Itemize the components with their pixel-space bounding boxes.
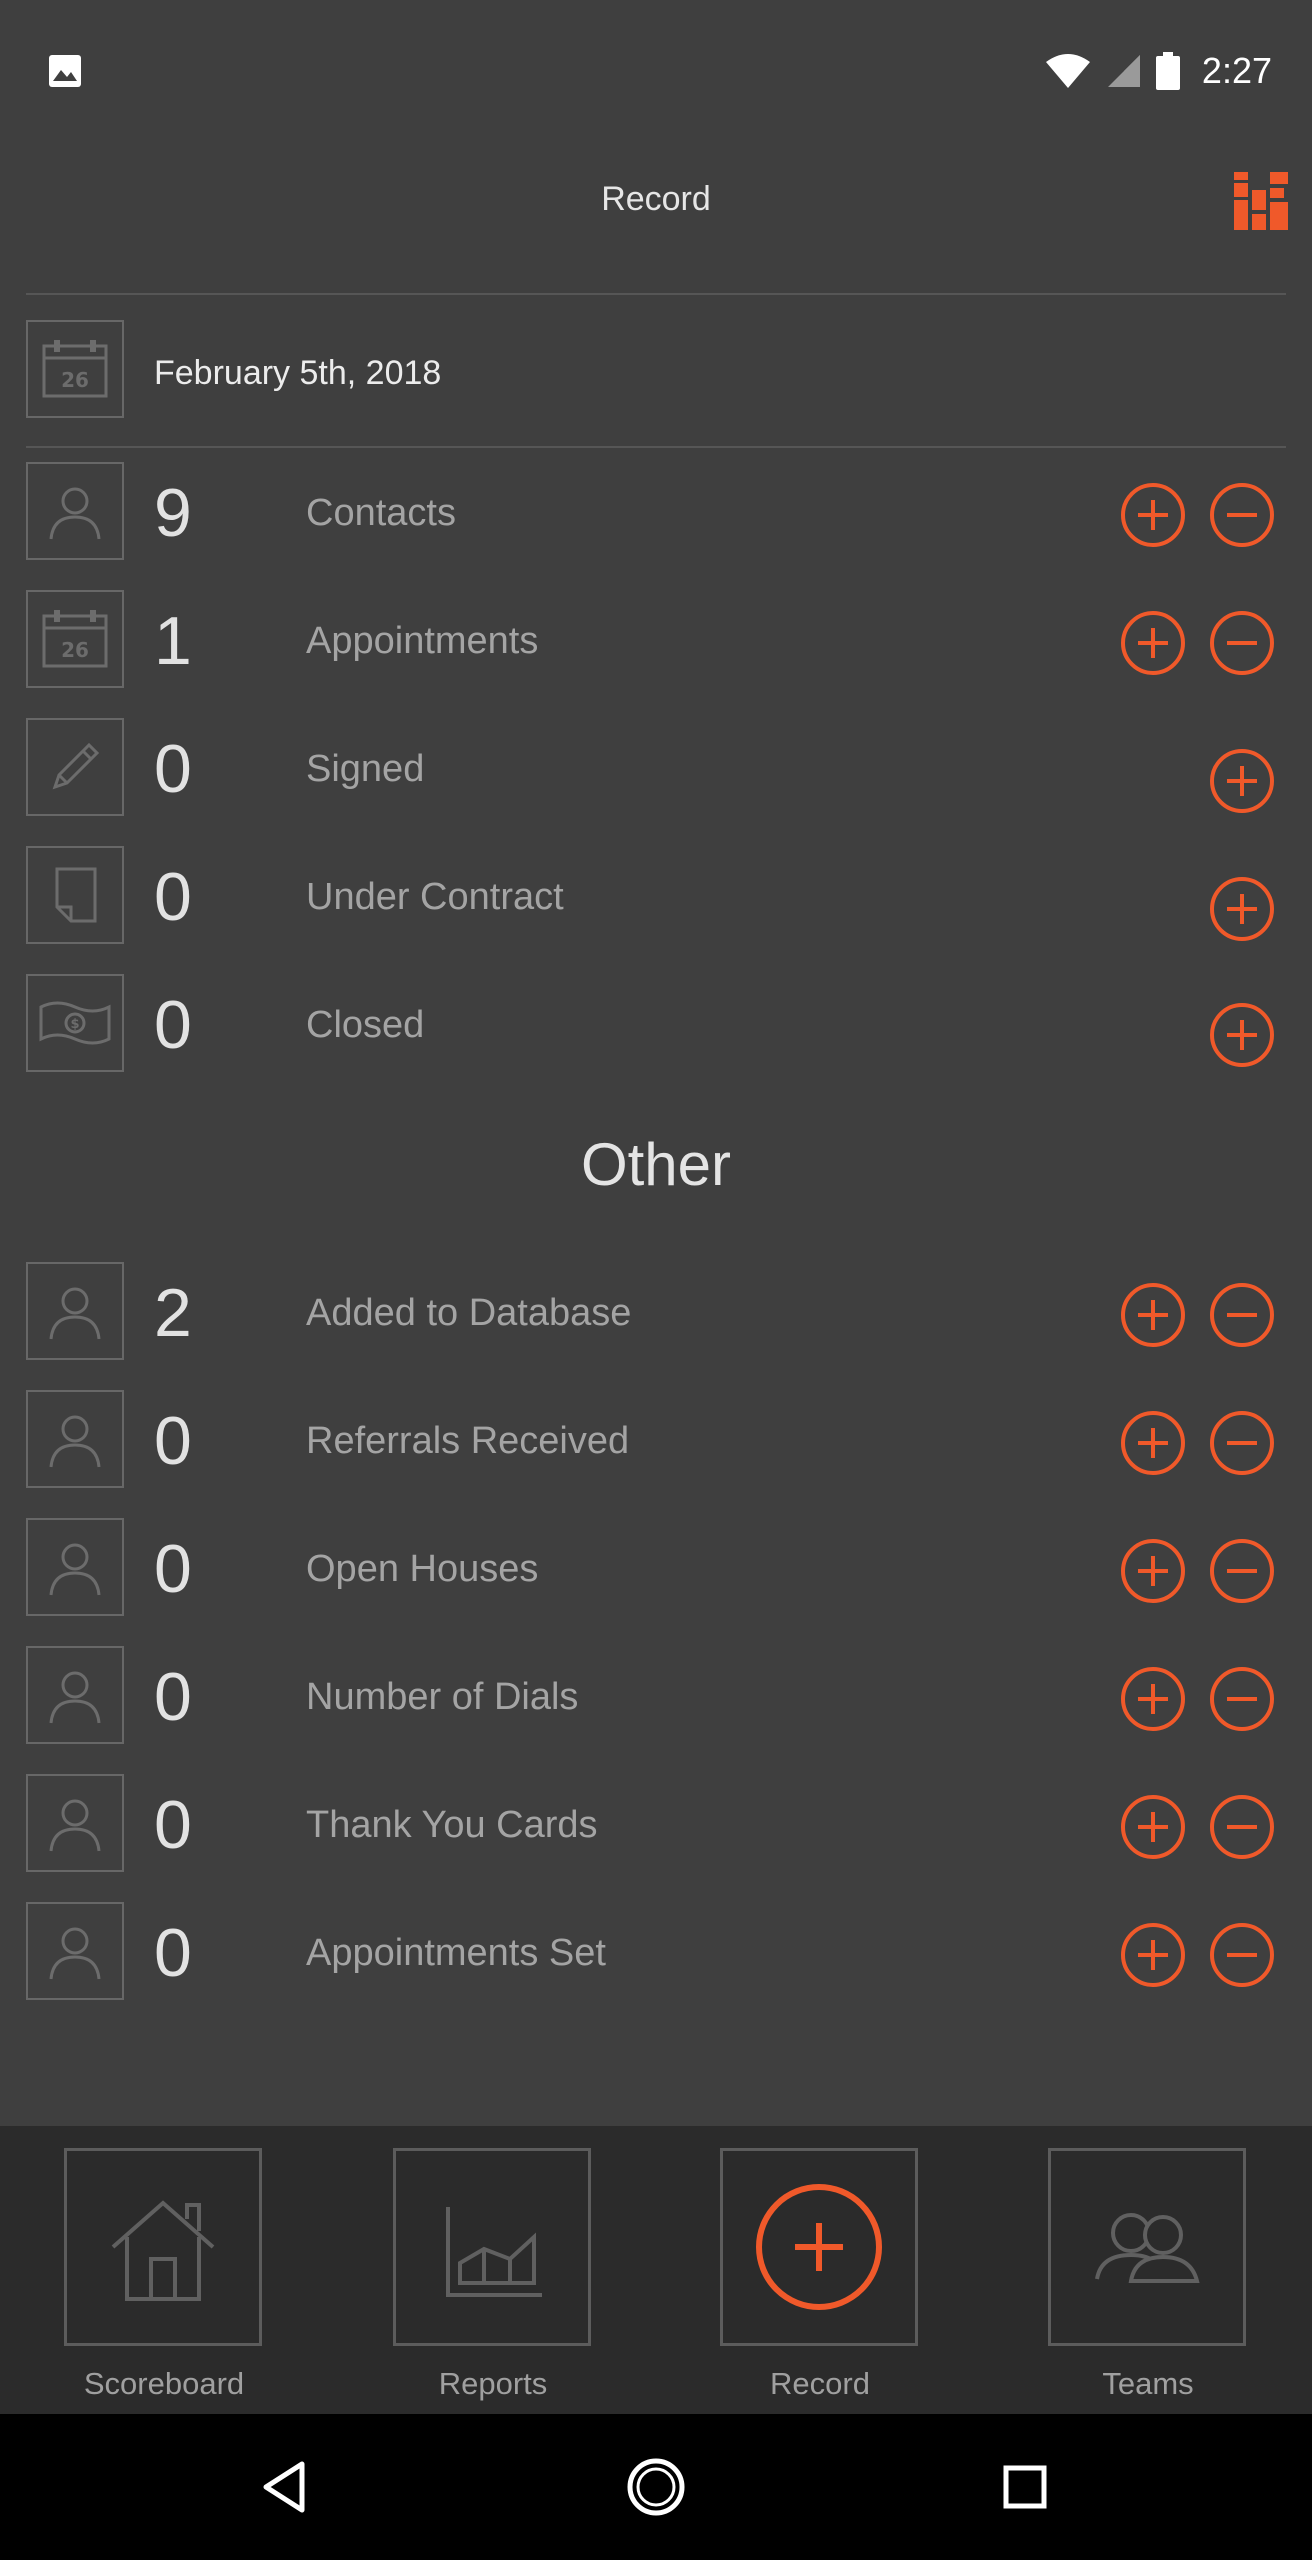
row-label: Under Contract xyxy=(306,876,564,918)
count-value: 0 xyxy=(154,859,192,935)
list-item-closed: $ 0 Closed xyxy=(0,974,1312,1078)
decrement-button[interactable] xyxy=(1209,610,1275,676)
increment-button[interactable] xyxy=(1120,1410,1186,1476)
image-notification-icon xyxy=(49,55,81,87)
row-label: Referrals Received xyxy=(306,1420,630,1462)
list-item-appointments: 26 1 Appointments xyxy=(0,590,1312,694)
tab-scoreboard[interactable]: Scoreboard xyxy=(64,2148,264,2401)
cell-signal-icon xyxy=(1107,55,1140,87)
decrement-button[interactable] xyxy=(1209,1282,1275,1348)
increment-button[interactable] xyxy=(1120,1538,1186,1604)
row-label: Appointments Set xyxy=(306,1932,606,1974)
decrement-button[interactable] xyxy=(1209,1410,1275,1476)
list-item-contacts: 9 Contacts xyxy=(0,462,1312,566)
count-value: 0 xyxy=(154,1403,192,1479)
row-label: Number of Dials xyxy=(306,1676,579,1718)
wifi-icon xyxy=(1045,54,1090,88)
team-icon xyxy=(1095,2213,1200,2283)
increment-button[interactable] xyxy=(1120,610,1186,676)
tab-teams[interactable]: Teams xyxy=(1048,2148,1248,2401)
person-icon xyxy=(26,1774,124,1872)
person-icon xyxy=(26,1390,124,1488)
count-value: 0 xyxy=(154,1531,192,1607)
count-value: 2 xyxy=(154,1275,192,1351)
list-item-referrals-received: 0 Referrals Received xyxy=(0,1390,1312,1494)
app-logo-icon[interactable] xyxy=(1234,172,1288,230)
row-label: Appointments xyxy=(306,620,539,662)
list-item-under-contract: 0 Under Contract xyxy=(0,846,1312,950)
person-icon xyxy=(26,462,124,560)
person-icon xyxy=(26,1518,124,1616)
decrement-button[interactable] xyxy=(1209,1538,1275,1604)
list-item-number-of-dials: 0 Number of Dials xyxy=(0,1646,1312,1750)
status-bar: 2:27 xyxy=(0,0,1312,140)
svg-text:26: 26 xyxy=(61,638,89,662)
row-label: Contacts xyxy=(306,492,456,534)
count-value: 0 xyxy=(154,731,192,807)
decrement-button[interactable] xyxy=(1209,1794,1275,1860)
count-value: 9 xyxy=(154,475,192,551)
decrement-button[interactable] xyxy=(1209,1666,1275,1732)
header-divider xyxy=(26,293,1286,295)
recents-icon[interactable] xyxy=(992,2454,1058,2520)
row-label: Open Houses xyxy=(306,1548,539,1590)
tab-reports[interactable]: Reports xyxy=(393,2148,593,2401)
increment-button[interactable] xyxy=(1120,1922,1186,1988)
list-item-signed: 0 Signed xyxy=(0,718,1312,822)
person-icon xyxy=(26,1646,124,1744)
count-value: 1 xyxy=(154,603,192,679)
section-title-other: Other xyxy=(580,1131,732,1198)
app-header: Record xyxy=(0,140,1312,294)
tab-label: Reports xyxy=(438,2366,548,2401)
calendar-icon: 26 xyxy=(26,590,124,688)
row-label: Added to Database xyxy=(306,1292,632,1334)
increment-button[interactable] xyxy=(1120,1666,1186,1732)
back-icon[interactable] xyxy=(252,2454,318,2520)
count-value: 0 xyxy=(154,987,192,1063)
document-icon xyxy=(26,846,124,944)
plus-circle-icon xyxy=(756,2184,882,2310)
count-value: 0 xyxy=(154,1915,192,1991)
calendar-icon: 26 xyxy=(26,320,124,418)
date-selector[interactable]: 26 February 5th, 2018 xyxy=(0,320,1312,424)
bottom-tab-bar: Scoreboard Reports Record Teams xyxy=(0,2126,1312,2414)
list-item-added-to-database: 2 Added to Database xyxy=(0,1262,1312,1366)
date-text: February 5th, 2018 xyxy=(154,354,442,392)
tab-label: Teams xyxy=(1102,2366,1194,2401)
increment-button[interactable] xyxy=(1209,876,1275,942)
list-item-thank-you-cards: 0 Thank You Cards xyxy=(0,1774,1312,1878)
increment-button[interactable] xyxy=(1120,1794,1186,1860)
svg-text:$: $ xyxy=(70,1017,79,1032)
decrement-button[interactable] xyxy=(1209,482,1275,548)
increment-button[interactable] xyxy=(1209,748,1275,814)
chart-icon xyxy=(446,2207,542,2297)
increment-button[interactable] xyxy=(1120,482,1186,548)
increment-button[interactable] xyxy=(1120,1282,1186,1348)
row-label: Closed xyxy=(306,1004,425,1046)
row-label: Signed xyxy=(306,748,425,790)
list-item-appointments-set: 0 Appointments Set xyxy=(0,1902,1312,2006)
pencil-icon xyxy=(26,718,124,816)
row-label: Thank You Cards xyxy=(306,1804,598,1846)
tab-label: Record xyxy=(770,2366,870,2401)
money-icon: $ xyxy=(26,974,124,1072)
system-nav-bar xyxy=(0,2414,1312,2560)
person-icon xyxy=(26,1262,124,1360)
count-value: 0 xyxy=(154,1659,192,1735)
person-icon xyxy=(26,1902,124,2000)
tab-record[interactable]: Record xyxy=(720,2148,920,2401)
status-time: 2:27 xyxy=(1201,50,1272,91)
page-title: Record xyxy=(601,180,711,218)
home-button-icon[interactable] xyxy=(623,2454,689,2520)
tab-label: Scoreboard xyxy=(83,2366,245,2401)
list-item-open-houses: 0 Open Houses xyxy=(0,1518,1312,1622)
decrement-button[interactable] xyxy=(1209,1922,1275,1988)
battery-icon xyxy=(1155,52,1180,90)
count-value: 0 xyxy=(154,1787,192,1863)
date-divider xyxy=(26,446,1286,448)
increment-button[interactable] xyxy=(1209,1002,1275,1068)
svg-text:26: 26 xyxy=(61,368,89,392)
home-icon xyxy=(111,2200,215,2301)
